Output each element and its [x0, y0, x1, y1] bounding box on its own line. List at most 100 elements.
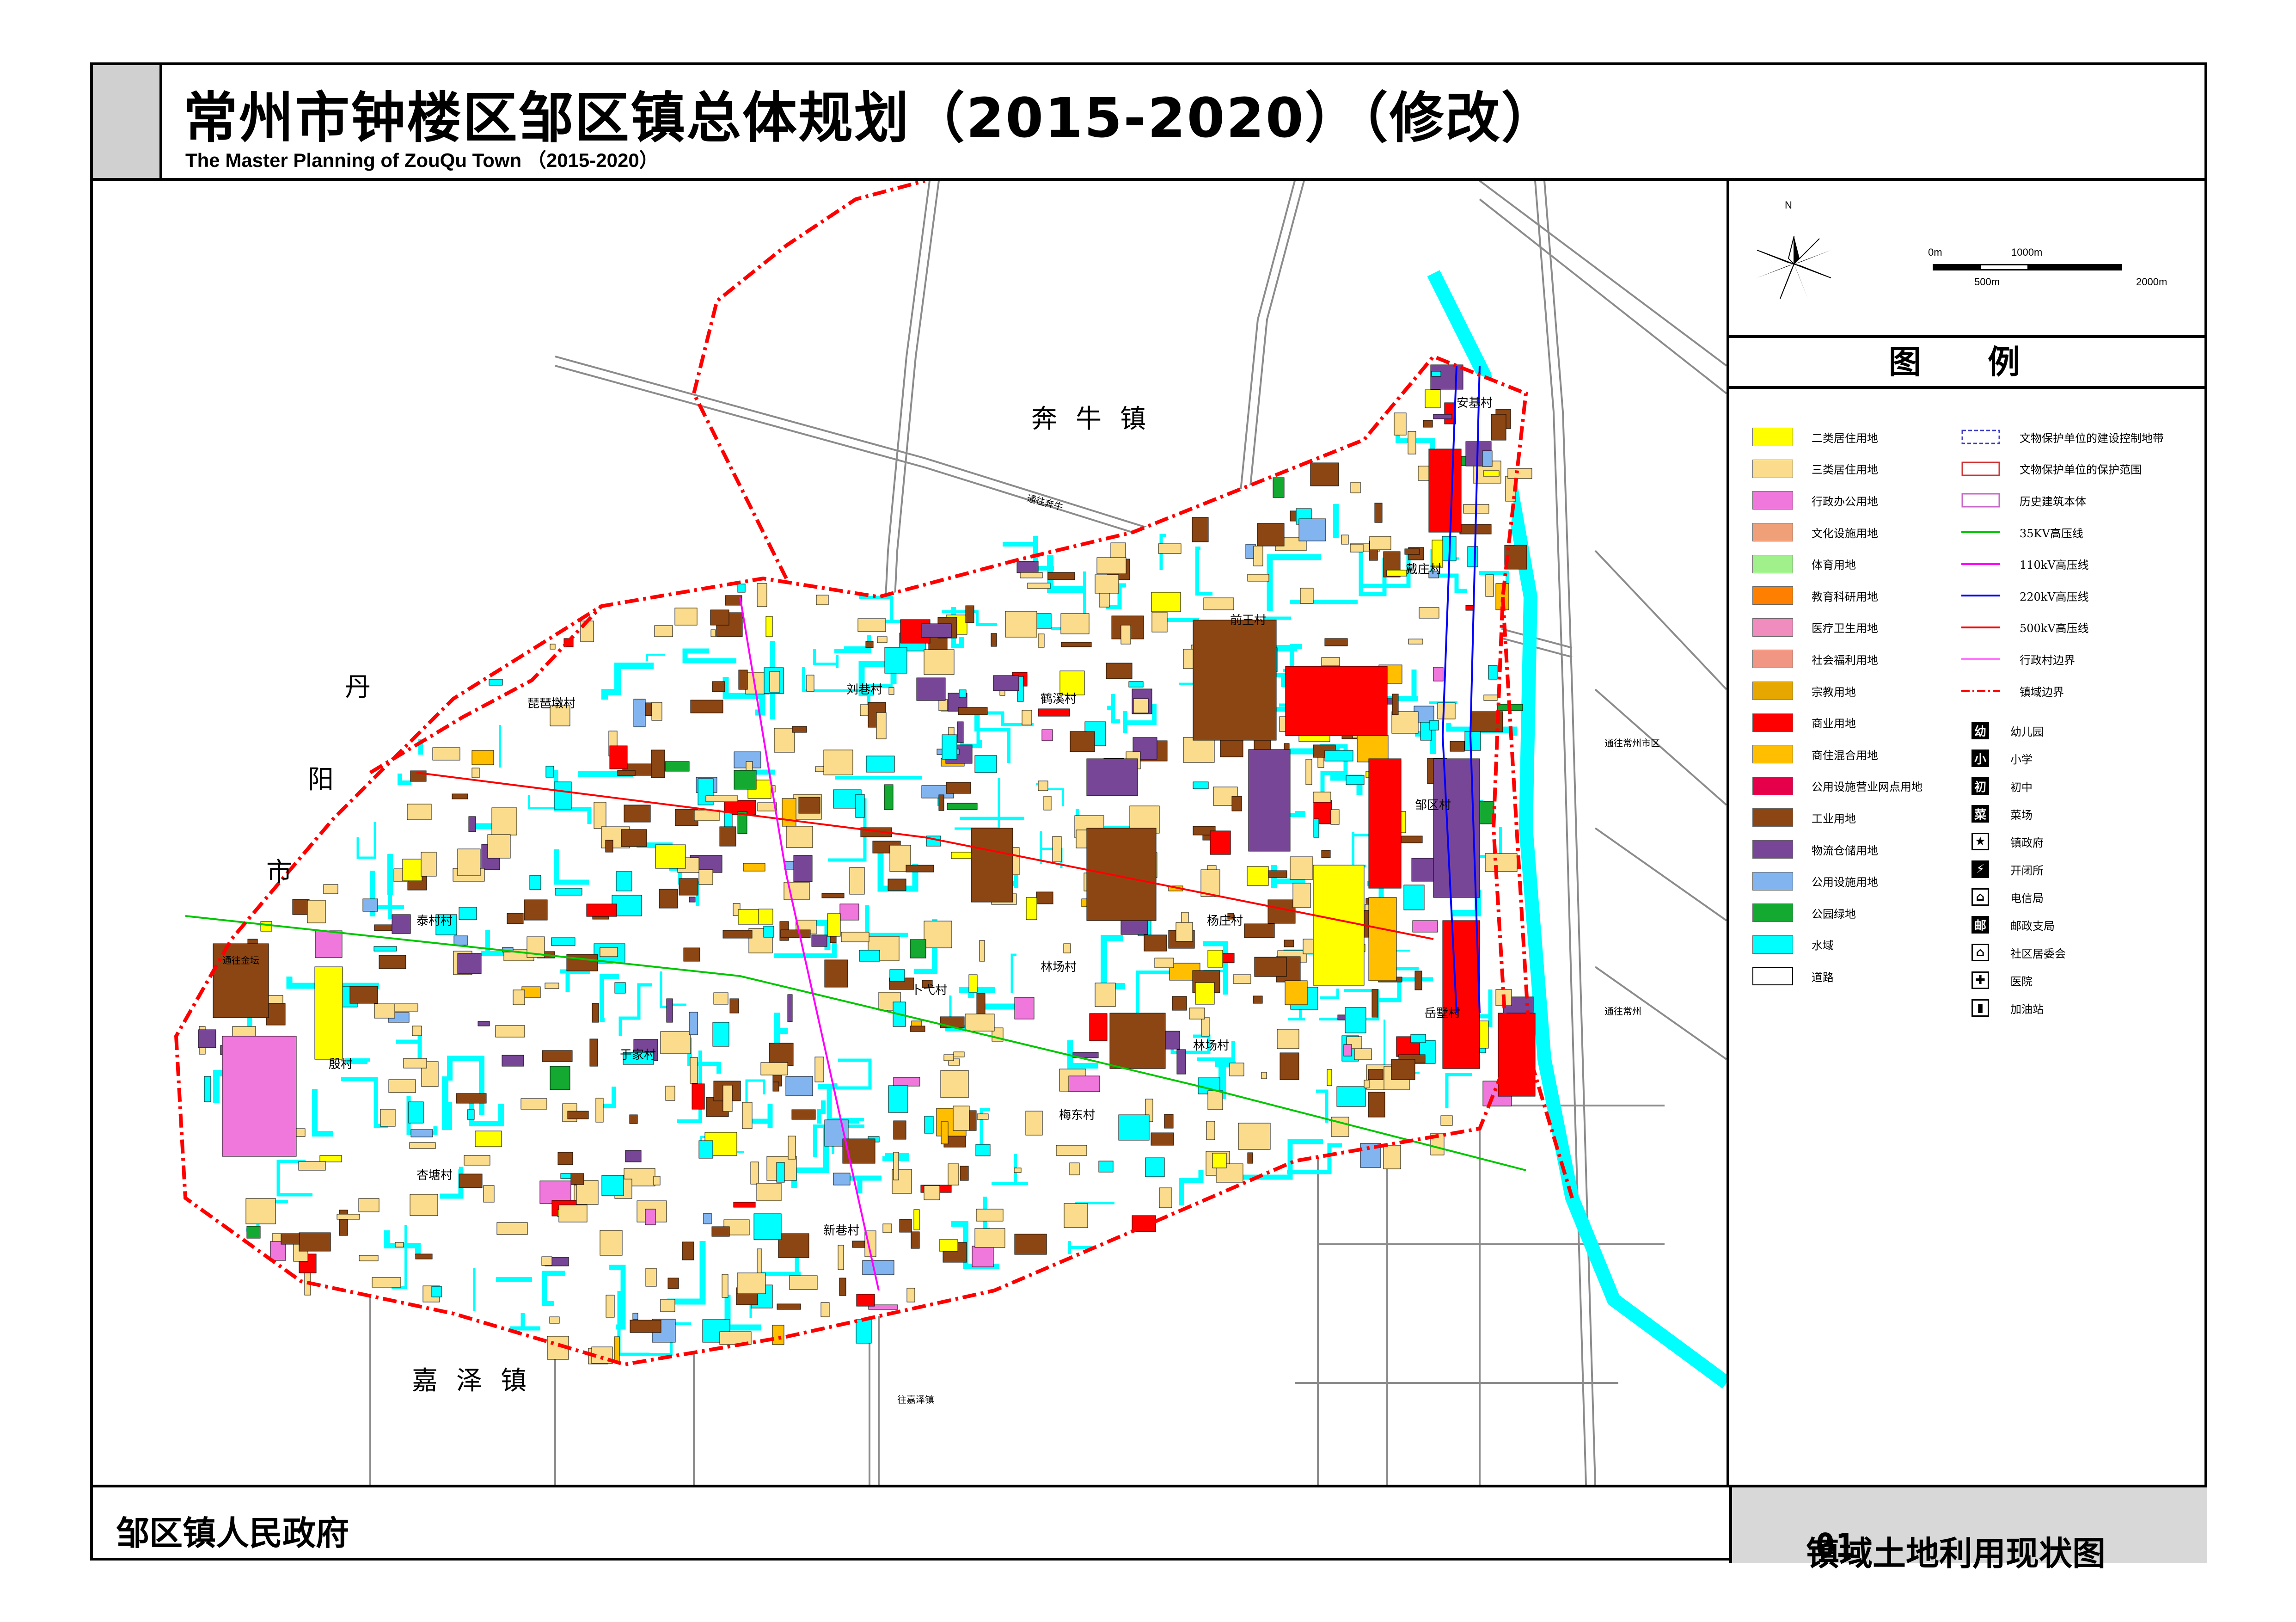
legend-item: 110kV高压线 — [1960, 548, 2164, 580]
legend-lines: 文物保护单位的建设控制地带 文物保护单位的保护范围 历史建筑本体 35KV高压线 110… — [1960, 421, 2164, 707]
legend-item: ⚡ 开闭所 — [1960, 855, 2066, 883]
scale-label: 2000m — [2136, 276, 2167, 288]
village-label: 刘巷村 — [846, 683, 883, 697]
village-label: 岳墅村 — [1424, 1007, 1461, 1020]
legend-label: 110kV高压线 — [2020, 559, 2089, 572]
legend-label: 历史建筑本体 — [2020, 495, 2086, 508]
legend-label: 幼儿园 — [2010, 725, 2044, 738]
legend-line-symbol — [1960, 428, 2001, 446]
legend-item: 文物保护单位的保护范围 — [1960, 453, 2164, 485]
legend-swatch — [1752, 554, 1793, 573]
legend-land-use: 二类居住用地 三类居住用地 行政办公用地 文化设施用地 体育用地 教育科研用地 医疗卫生用地… — [1752, 421, 1923, 992]
village-label: 泰村村 — [416, 914, 453, 928]
legend-item: 社会福利用地 — [1752, 643, 1923, 675]
legend-item: 220kV高压线 — [1960, 580, 2164, 612]
legend-item: 文化设施用地 — [1752, 516, 1923, 548]
legend-label: 工业用地 — [1812, 812, 1856, 825]
legend-item: 商业用地 — [1752, 707, 1923, 738]
legend-item: 工业用地 — [1752, 802, 1923, 834]
legend-line-symbol — [1960, 460, 2001, 478]
village-label: 邹区村 — [1415, 799, 1451, 812]
compass-north-label: N — [1785, 199, 1792, 211]
legend-swatch — [1752, 776, 1793, 795]
legend-item: 商住混合用地 — [1752, 738, 1923, 770]
legend-label: 初中 — [2010, 780, 2033, 794]
legend-item: 水域 — [1752, 929, 1923, 961]
middle-school-icon: 初 — [1971, 777, 1989, 795]
legend-line-symbol — [1960, 523, 2001, 541]
legend-label: 开闭所 — [2010, 864, 2044, 877]
legend-label: 公园绿地 — [1812, 907, 1856, 921]
legend-label: 道路 — [1812, 971, 1834, 984]
community-icon: ⌂ — [1971, 944, 1989, 961]
road-label: 通往常州市区 — [1604, 737, 1660, 749]
legend-label: 电信局 — [2010, 891, 2044, 905]
drawing-title-block: 镇域土地利用现状图 01 — [1729, 1487, 2207, 1573]
lightning-icon: ⚡ — [1971, 860, 1989, 878]
title-side-block — [93, 65, 162, 178]
legend-item: 历史建筑本体 — [1960, 485, 2164, 516]
legend-item: ✚ 医院 — [1960, 966, 2066, 994]
legend-label: 二类居住用地 — [1812, 431, 1878, 445]
legend-facilities: 幼 幼儿园小 小学初 初中菜 菜场 ★ 镇政府 ⚡ 开闭所 ⌂ 电信局邮 邮政支局 ⌂ 社区居委会 ✚ 医院 ▮… — [1960, 717, 2066, 1022]
village-label: 前王村 — [1230, 614, 1267, 627]
legend-swatch — [1752, 808, 1793, 827]
legend-label: 加油站 — [2010, 1002, 2044, 1016]
legend-label: 水域 — [1812, 939, 1834, 952]
scale-label: 1000m — [2011, 246, 2043, 258]
legend-line-symbol — [1960, 618, 2001, 637]
legend-item: 三类居住用地 — [1752, 453, 1923, 485]
legend-item: ⌂ 电信局 — [1960, 883, 2066, 911]
legend-title: 图 例 — [1729, 338, 2207, 389]
legend-label: 行政办公用地 — [1812, 495, 1878, 508]
legend-label: 商住混合用地 — [1812, 749, 1878, 762]
legend-swatch — [1752, 872, 1793, 891]
legend-label: 镇政府 — [2010, 836, 2044, 849]
legend-item: 教育科研用地 — [1752, 580, 1923, 612]
legend-item: 行政村边界 — [1960, 643, 2164, 675]
title-bar: 常州市钟楼区邹区镇总体规划（2015-2020）（修改） The Master … — [93, 65, 2204, 181]
legend-item: 道路 — [1752, 960, 1923, 992]
legend-item: 500kV高压线 — [1960, 612, 2164, 644]
village-label: 林场村 — [1041, 960, 1077, 974]
neighbor-label-danyang-2: 阳 — [308, 765, 334, 795]
legend-item: 宗教用地 — [1752, 675, 1923, 707]
neighbor-label-danyang-1: 丹 — [345, 672, 371, 702]
legend-swatch — [1752, 713, 1793, 732]
legend-swatch — [1752, 682, 1793, 700]
legend-line-symbol — [1960, 586, 2001, 605]
compass-rose-icon — [1757, 236, 1831, 299]
legend-label: 文化设施用地 — [1812, 527, 1878, 540]
legend-item: 镇域边界 — [1960, 675, 2164, 707]
market-icon: 菜 — [1971, 805, 1989, 823]
scale-label: 500m — [1974, 276, 2000, 288]
legend-swatch — [1752, 967, 1793, 986]
road-label: 通往金坛 — [222, 955, 259, 966]
legend-item: 公园绿地 — [1752, 897, 1923, 929]
village-label: 安基村 — [1457, 396, 1493, 410]
legend-label: 体育用地 — [1812, 559, 1856, 572]
legend-swatch — [1752, 491, 1793, 510]
village-label: 梅东村 — [1059, 1108, 1096, 1122]
gas-station-icon: ▮ — [1971, 999, 1989, 1017]
neighbor-label-benniu: 奔牛镇 — [1031, 404, 1164, 434]
village-label: 琵琶墩村 — [527, 697, 576, 711]
legend-line-symbol — [1960, 682, 2001, 700]
legend-item: ▮ 加油站 — [1960, 994, 2066, 1022]
village-label: 戴庄村 — [1406, 563, 1442, 577]
legend-label: 物流仓储用地 — [1812, 844, 1878, 857]
legend-label: 教育科研用地 — [1812, 590, 1878, 603]
legend-item: 菜 菜场 — [1960, 800, 2066, 828]
map-area[interactable]: 奔牛镇 嘉泽镇 丹 阳 市 安基村 戴庄村 前王村 刘巷村 鹤溪村 琵琶墩村 邹… — [93, 181, 1729, 1485]
legend-label: 宗教用地 — [1812, 685, 1856, 699]
village-label: 林场村 — [1193, 1039, 1230, 1053]
hospital-icon: ✚ — [1971, 971, 1989, 989]
legend-label: 500kV高压线 — [2020, 622, 2089, 635]
legend-label: 镇域边界 — [2020, 685, 2064, 699]
legend-item: 初 初中 — [1960, 772, 2066, 800]
legend-label: 公用设施营业网点用地 — [1812, 780, 1923, 794]
legend-label: 220kV高压线 — [2020, 590, 2089, 603]
legend-label: 菜场 — [2010, 808, 2033, 822]
sheet-number: 01 — [1815, 1526, 1855, 1565]
telecom-icon: ⌂ — [1971, 888, 1989, 906]
